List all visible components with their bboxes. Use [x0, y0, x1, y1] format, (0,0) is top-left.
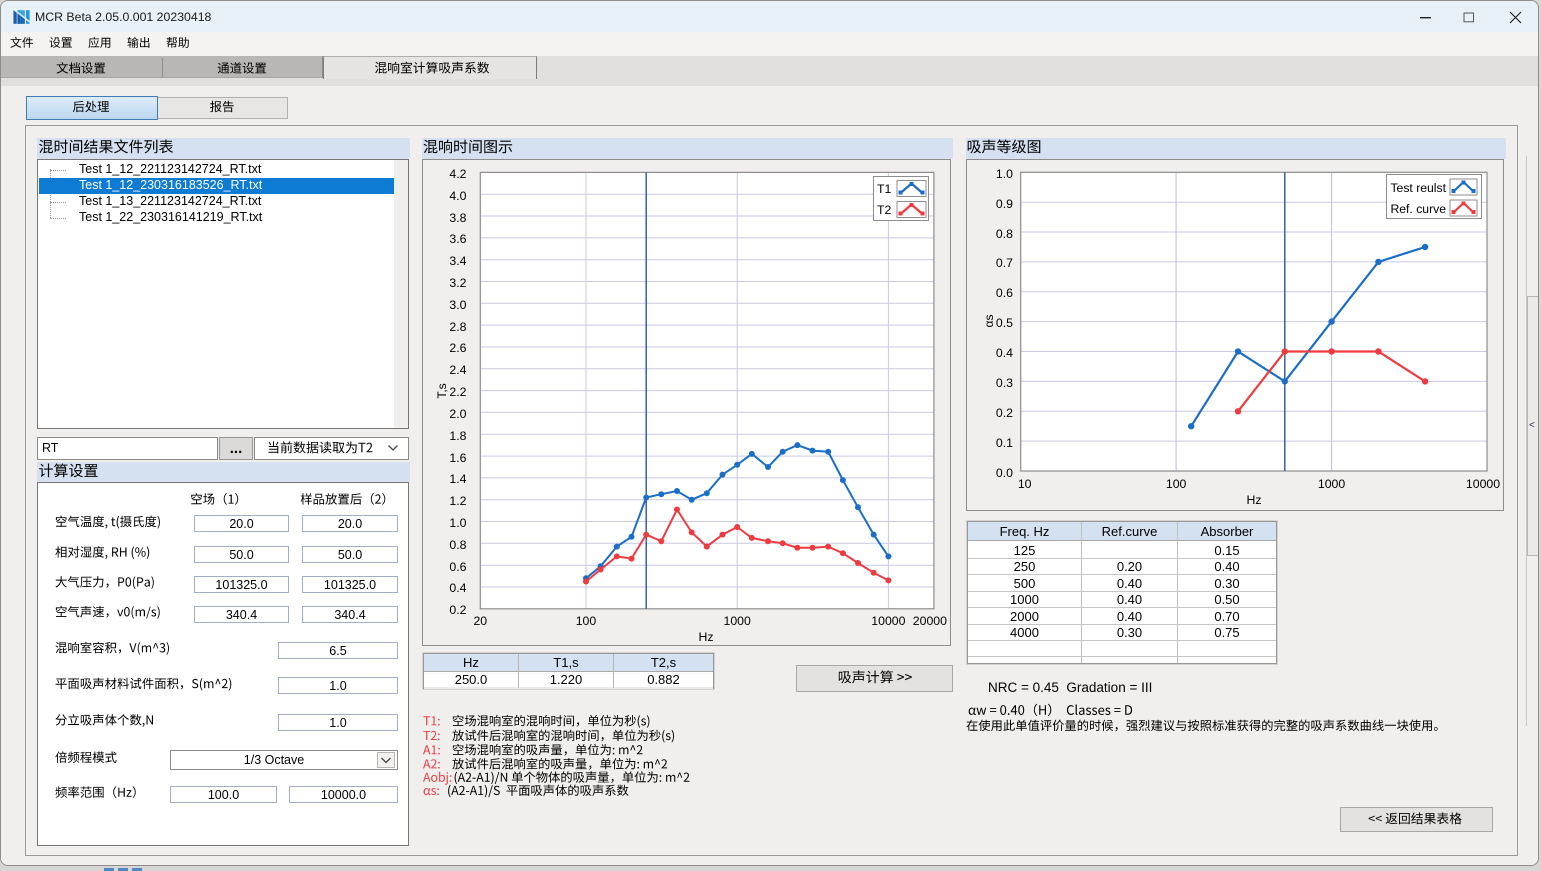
svg-text:αs: αs [982, 315, 996, 328]
svg-text:T,s: T,s [435, 383, 449, 398]
